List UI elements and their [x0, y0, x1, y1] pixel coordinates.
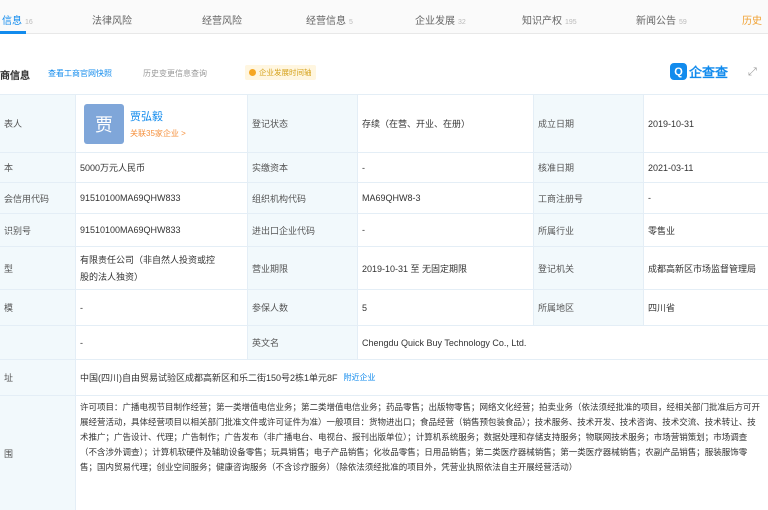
history-change-link[interactable]: 历史变更信息查询: [143, 68, 207, 79]
tab-operation-risk[interactable]: 经营风险: [202, 12, 242, 27]
label-insured-count: 参保人数: [248, 290, 358, 325]
tab-operation-info[interactable]: 经营信息 5: [306, 12, 353, 27]
value-reg-number: -: [648, 193, 651, 203]
table-row: 围 许可项目：广播电视节目制作经营；第一类增值电信业务；第二类增值电信业务；药品…: [0, 396, 768, 510]
label-import-export-code: 进出口企业代码: [248, 214, 358, 246]
value-reg-capital: 5000万元人民币: [76, 153, 248, 182]
table-row: 本 5000万元人民币 实缴资本 - 核准日期 2021-03-11: [0, 153, 768, 183]
label-former-name: [0, 326, 76, 359]
label-legal-rep: 表人: [0, 95, 76, 152]
label-paid-capital: 实缴资本: [248, 153, 358, 182]
label-address: 址: [0, 360, 76, 395]
legal-rep-cell: 贾 贾弘毅 关联35家企业 >: [76, 95, 248, 152]
label-staff-size: 模: [0, 290, 76, 325]
tab-basic-info[interactable]: 信息 16: [2, 12, 33, 27]
table-row: 识别号 91510100MA69QHW833 进出口企业代码 - 所属行业 零售…: [0, 214, 768, 247]
value-english-name: Chengdu Quick Buy Technology Co., Ltd.: [362, 337, 527, 348]
tab-legal-risk[interactable]: 法律风险: [92, 12, 132, 27]
label-industry: 所属行业: [534, 214, 644, 246]
label-region: 所属地区: [534, 290, 644, 325]
value-founded: 2019-10-31: [648, 118, 695, 129]
tab-bar: 信息 16 法律风险 经营风险 经营信息 5 企业发展 32 知识产权 195 新闻公告…: [0, 0, 768, 34]
value-industry: 零售业: [648, 225, 676, 236]
label-founded: 成立日期: [534, 95, 644, 152]
label-reg-status: 登记状态: [248, 95, 358, 152]
company-type-line1: 有限责任公司（非自然人投资或控: [80, 255, 216, 265]
business-info-table: 表人 贾 贾弘毅 关联35家企业 > 登记状态 存续（在营、开业、在册） 成立日…: [0, 94, 768, 510]
address-cell: 中国(四川)自由贸易试验区成都高新区和乐二街150号2栋1单元8F 附近企业: [76, 360, 768, 395]
table-row: 型 有限责任公司（非自然人投资或控 股的法人独资） 营业期限 2019-10-3…: [0, 247, 768, 290]
label-company-type: 型: [0, 247, 76, 289]
value-staff-size: -: [76, 290, 248, 325]
table-row: 会信用代码 91510100MA69QHW833 组织机构代码 MA69QHW8…: [0, 183, 768, 214]
nearby-companies-link[interactable]: 附近企业: [344, 372, 376, 383]
value-insured-count: 5: [358, 290, 534, 325]
value-company-type: 有限责任公司（非自然人投资或控 股的法人独资）: [76, 247, 248, 289]
label-approval-date: 核准日期: [534, 153, 644, 182]
section-title: 商信息: [0, 71, 30, 82]
official-snapshot-link[interactable]: 查看工商官网快照: [48, 68, 112, 79]
value-paid-capital: -: [358, 153, 534, 182]
tab-history[interactable]: 历史: [742, 12, 762, 27]
company-type-line2: 股的法人独资）: [80, 272, 144, 282]
legal-rep-name[interactable]: 贾弘毅: [130, 108, 186, 124]
label-business-scope: 围: [0, 396, 76, 510]
value-reg-status: 存续（在营、开业、在册）: [358, 95, 534, 152]
value-former-name: -: [76, 326, 248, 359]
label-business-term: 营业期限: [248, 247, 358, 289]
value-business-scope: 许可项目：广播电视节目制作经营；第一类增值电信业务；第二类增值电信业务；药品零售…: [80, 402, 761, 472]
expand-icon[interactable]: ⤢: [748, 66, 757, 79]
label-org-code: 组织机构代码: [248, 183, 358, 213]
tab-news[interactable]: 新闻公告 59: [636, 12, 687, 27]
value-credit-code: 91510100MA69QHW833: [76, 183, 248, 213]
table-row: 模 - 参保人数 5 所属地区 四川省: [0, 290, 768, 326]
tab-ip[interactable]: 知识产权 195: [522, 12, 577, 27]
label-credit-code: 会信用代码: [0, 183, 76, 213]
qichacha-logo: Q 企查查: [670, 62, 728, 81]
label-reg-number: 工商注册号: [534, 183, 644, 213]
label-reg-authority: 登记机关: [534, 247, 644, 289]
value-approval-date: 2021-03-11: [648, 162, 694, 173]
table-row: 表人 贾 贾弘毅 关联35家企业 > 登记状态 存续（在营、开业、在册） 成立日…: [0, 95, 768, 153]
value-import-export-code: -: [358, 214, 534, 246]
table-row: - 英文名 Chengdu Quick Buy Technology Co., …: [0, 326, 768, 360]
label-tax-id: 识别号: [0, 214, 76, 246]
avatar: 贾: [84, 103, 124, 144]
related-companies-link[interactable]: 关联35家企业 >: [130, 128, 186, 139]
timeline-badge[interactable]: 企业发展时间轴: [245, 65, 316, 80]
active-tab-indicator: [0, 31, 26, 34]
value-address: 中国(四川)自由贸易试验区成都高新区和乐二街150号2栋1单元8F: [80, 373, 338, 383]
label-english-name: 英文名: [248, 326, 358, 359]
value-reg-authority: 成都高新区市场监督管理局: [648, 263, 757, 274]
value-tax-id: 91510100MA69QHW833: [76, 214, 248, 246]
value-business-term: 2019-10-31 至 无固定期限: [358, 247, 534, 289]
qcc-icon: Q: [670, 63, 687, 80]
tab-development[interactable]: 企业发展 32: [415, 12, 466, 27]
table-row: 址 中国(四川)自由贸易试验区成都高新区和乐二街150号2栋1单元8F 附近企业: [0, 360, 768, 396]
value-region: 四川省: [648, 303, 676, 313]
value-org-code: MA69QHW8-3: [358, 183, 534, 213]
label-reg-capital: 本: [0, 153, 76, 182]
section-header: 商信息 查看工商官网快照 历史变更信息查询 企业发展时间轴 Q 企查查 ⤢: [0, 60, 768, 86]
